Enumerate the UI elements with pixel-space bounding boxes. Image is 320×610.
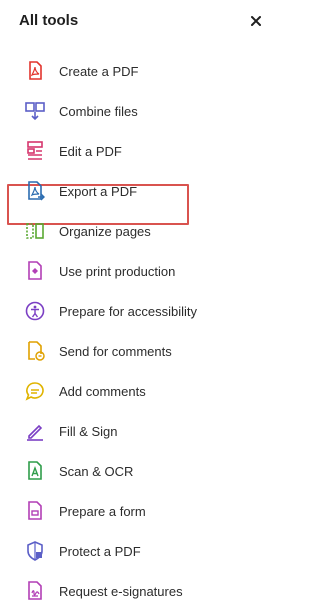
- edit-pdf-icon: [24, 140, 46, 162]
- tool-item-organize-pages[interactable]: Organize pages: [24, 216, 264, 246]
- create-pdf-icon: [24, 60, 46, 82]
- tool-label: Edit a PDF: [59, 143, 122, 159]
- close-button[interactable]: [246, 13, 266, 33]
- prepare-form-icon: [24, 500, 46, 522]
- all-tools-panel: All tools Create a PDF Combine files Edi…: [0, 0, 278, 610]
- request-esignatures-icon: [24, 580, 46, 602]
- tool-item-edit-pdf[interactable]: Edit a PDF: [24, 136, 264, 166]
- panel-title: All tools: [19, 12, 79, 29]
- tool-label: Protect a PDF: [59, 543, 141, 559]
- tool-item-prepare-form[interactable]: Prepare a form: [24, 496, 264, 526]
- tool-item-request-esignatures[interactable]: Request e-signatures: [24, 576, 264, 606]
- tool-item-scan-ocr[interactable]: Scan & OCR: [24, 456, 264, 486]
- send-for-comments-icon: [24, 340, 46, 362]
- tool-item-export-pdf[interactable]: Export a PDF: [24, 176, 264, 206]
- tool-label: Create a PDF: [59, 63, 139, 79]
- tool-label: Combine files: [59, 103, 138, 119]
- tool-label: Send for comments: [59, 343, 172, 359]
- tool-label: Scan & OCR: [59, 463, 134, 479]
- protect-pdf-icon: [24, 540, 46, 562]
- tool-label: Fill & Sign: [59, 423, 118, 439]
- accessibility-icon: [24, 300, 46, 322]
- tool-item-protect-pdf[interactable]: Protect a PDF: [24, 536, 264, 566]
- export-pdf-icon: [24, 180, 46, 202]
- close-icon: [250, 14, 262, 32]
- fill-sign-icon: [24, 420, 46, 442]
- tool-item-accessibility[interactable]: Prepare for accessibility: [24, 296, 264, 326]
- tool-label: Use print production: [59, 263, 176, 279]
- tool-item-create-pdf[interactable]: Create a PDF: [24, 56, 264, 86]
- tool-item-fill-sign[interactable]: Fill & Sign: [24, 416, 264, 446]
- tool-label: Export a PDF: [59, 183, 138, 199]
- tool-item-print-production[interactable]: Use print production: [24, 256, 264, 286]
- organize-pages-icon: [24, 220, 46, 242]
- tool-item-combine-files[interactable]: Combine files: [24, 96, 264, 126]
- combine-files-icon: [24, 100, 46, 122]
- tool-label: Prepare for accessibility: [59, 303, 197, 319]
- tool-label: Prepare a form: [59, 503, 146, 519]
- add-comments-icon: [24, 380, 46, 402]
- tool-item-send-for-comments[interactable]: Send for comments: [24, 336, 264, 366]
- print-production-icon: [24, 260, 46, 282]
- tool-label: Request e-signatures: [59, 583, 183, 599]
- tool-item-add-comments[interactable]: Add comments: [24, 376, 264, 406]
- tool-label: Organize pages: [59, 223, 151, 239]
- scan-ocr-icon: [24, 460, 46, 482]
- tool-label: Add comments: [59, 383, 146, 399]
